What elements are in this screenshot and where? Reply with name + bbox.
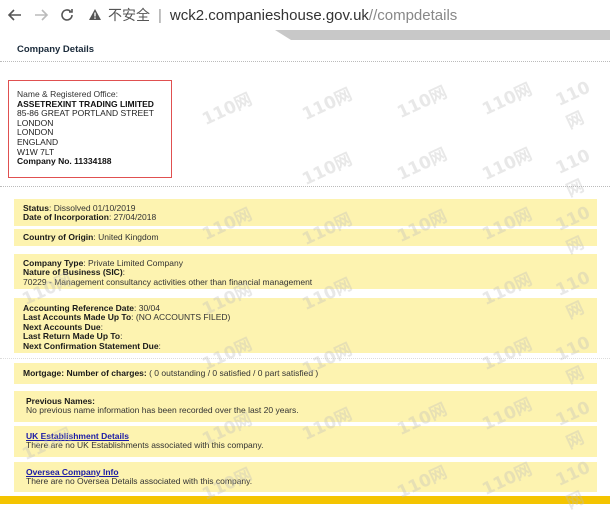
footer-band — [0, 496, 610, 504]
mortgage-label: Mortgage: Number of charges: — [23, 368, 147, 378]
company-type-panel: Company Type: Private Limited Company Na… — [14, 254, 597, 289]
company-no: 11334188 — [74, 156, 112, 167]
company-no-label: Company No. — [17, 156, 72, 167]
origin-panel: Country of Origin: United Kingdom — [14, 229, 597, 246]
incorporation-value: : 27/04/2018 — [108, 212, 157, 223]
mortgage-panel: Mortgage: Number of charges: ( 0 outstan… — [14, 363, 597, 384]
warning-icon[interactable] — [88, 8, 102, 22]
origin-label: Country of Origin — [23, 232, 94, 242]
oversea-panel: Oversea Company Info There are no Overse… — [14, 462, 597, 492]
oversea-value: There are no Oversea Details associated … — [26, 476, 253, 487]
forward-arrow-icon — [35, 9, 49, 21]
origin-value: : United Kingdom — [93, 232, 159, 242]
next-confirmation-value: : — [158, 340, 161, 351]
watermark: 110网 — [552, 77, 594, 134]
watermark: 110网 — [479, 144, 536, 185]
last-accounts-value: : (NO ACCOUNTS FILED) — [131, 312, 231, 323]
forward-button[interactable] — [30, 4, 52, 26]
watermark: 110网 — [394, 82, 451, 123]
back-button[interactable] — [4, 4, 26, 26]
nature-colon: : — [122, 267, 126, 278]
header-tab-band — [275, 30, 610, 40]
insecure-label[interactable]: 不安全 — [108, 5, 150, 25]
page-title: Company Details — [17, 44, 95, 55]
uk-establishment-panel: UK Establishment Details There are no UK… — [14, 426, 597, 457]
divider — [0, 358, 610, 359]
watermark: 110网 — [394, 144, 451, 185]
company-name: ASSETREXINT TRADING LIMITED — [17, 98, 154, 109]
next-confirmation-label: Next Confirmation Statement Due — [23, 340, 159, 351]
watermark: 110网 — [199, 89, 256, 130]
watermark: 110网 — [479, 79, 536, 120]
reload-button[interactable] — [56, 4, 78, 26]
watermark: 110网 — [299, 149, 356, 190]
previous-names-value: No previous name information has been re… — [26, 405, 299, 416]
back-arrow-icon — [7, 9, 21, 21]
url-separator: | — [158, 6, 162, 24]
browser-address-bar: 不安全 | wck2.companieshouse.gov.uk//compde… — [0, 0, 610, 30]
watermark: 110网 — [299, 84, 356, 125]
url-path: //compdetails — [368, 6, 458, 24]
previous-names-panel: Previous Names: No previous name informa… — [14, 391, 597, 422]
mortgage-value: ( 0 outstanding / 0 satisfied / 0 part s… — [146, 368, 319, 378]
watermark: 110网 — [552, 145, 594, 202]
uk-establishment-value: There are no UK Establishments associate… — [26, 440, 264, 451]
reload-icon — [61, 9, 73, 21]
nature-label: Nature of Business (SIC) — [23, 267, 123, 278]
registered-office-box: Name & Registered Office: ASSETREXINT TR… — [8, 80, 172, 178]
url-field[interactable]: wck2.companieshouse.gov.uk//compdetails — [170, 7, 457, 24]
divider — [0, 186, 610, 187]
url-host: wck2.companieshouse.gov.uk — [169, 6, 369, 24]
accounts-panel: Accounting Reference Date: 30/04 Last Ac… — [14, 298, 597, 353]
status-panel: Status: Dissolved 01/10/2019 Date of Inc… — [14, 199, 597, 226]
divider — [0, 61, 610, 62]
incorporation-label: Date of Incorporation — [23, 212, 109, 223]
nature-value: 70229 - Management consultancy activitie… — [23, 276, 313, 287]
